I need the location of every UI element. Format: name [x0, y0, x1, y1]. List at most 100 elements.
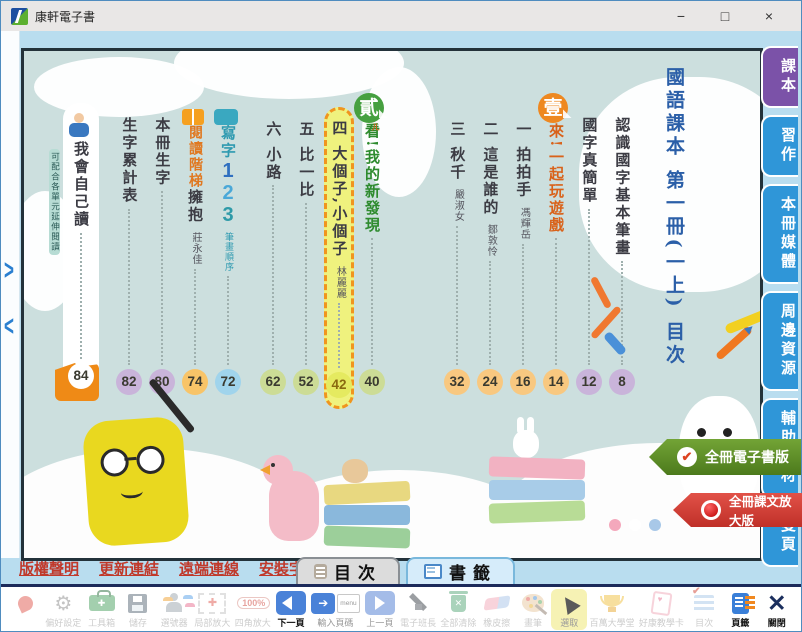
page-back-arrow[interactable]: < [4, 310, 14, 344]
page-number[interactable]: 82 [116, 369, 142, 395]
close-app-icon-box [767, 590, 786, 616]
prev-icon [365, 591, 395, 615]
toolbar-item-brush[interactable]: 畫筆 [515, 589, 551, 630]
e-class-leader-icon-box [407, 590, 429, 616]
toolbar-item-partial-zoom[interactable]: 局部放大 [192, 589, 232, 630]
flowers-decoration [609, 519, 661, 531]
toolbar-item-page-tabs[interactable]: 頁籤 [722, 589, 758, 630]
page-number[interactable]: 84 [68, 363, 94, 389]
toolbar-item-pin[interactable] [7, 589, 43, 617]
toolbar-item-page-input[interactable]: menu輸入頁碼 [309, 589, 361, 630]
link-update-link[interactable]: 更新連結 [99, 558, 159, 579]
main-stage: > < 國語課本 第一冊(一上) 目次 認識國字基本筆畫 8國字真簡單12壹ㄧ來!一… [1, 31, 801, 584]
toc-column-lesson[interactable]: 三 秋千嚴淑女 32 [442, 65, 472, 395]
toc-entry: 國語課本 第一冊(一上) 目次 [663, 67, 683, 367]
side-tab-resources[interactable]: 周邊資源 [761, 291, 798, 391]
book-page: 國語課本 第一冊(一上) 目次 認識國字基本筆畫 8國字真簡單12壹ㄧ來!一起玩遊戲… [21, 48, 763, 561]
book-stack-decoration [489, 456, 585, 522]
page-number[interactable]: 42 [326, 372, 352, 398]
maximize-button[interactable]: □ [703, 8, 747, 24]
flower [629, 519, 641, 531]
toolbar-item-label: 上一頁 [366, 616, 393, 629]
book-stack-decoration [324, 481, 410, 547]
toc-column-unit[interactable]: 貳ㄦˋ看!我的新發現40 [357, 65, 387, 395]
toc-column-readself[interactable]: 我會自己讀可配合各單元延伸閱讀84 [63, 103, 99, 395]
toolbar-item-next-page[interactable]: 下一頁 [273, 589, 309, 630]
monster-glasses [136, 445, 166, 475]
toolbar-item-teaching-cards[interactable]: 好康教學卡 [637, 589, 686, 630]
toc-column-feature[interactable]: 寫字123筆畫順序72 [213, 65, 243, 395]
tab-toc[interactable]: 目次 [296, 557, 400, 584]
page-number[interactable]: 40 [359, 369, 385, 395]
book-decoration [324, 481, 411, 505]
dotted-leader [128, 209, 130, 366]
side-tab-textbook[interactable]: 課本 [761, 46, 798, 108]
author-name: 馮輝岳 [518, 207, 529, 240]
toc-column-lesson[interactable]: 五 比一比52 [291, 65, 321, 395]
toc-entry-text: 一 拍拍手 [514, 121, 532, 199]
book-decoration [324, 505, 410, 525]
toolbar-item-eraser[interactable]: 橡皮擦 [479, 589, 515, 630]
cards-icon [650, 590, 672, 615]
cap-icon [407, 592, 429, 614]
page-number[interactable]: 72 [215, 369, 241, 395]
million-academy-icon-box [604, 590, 620, 616]
full-ebook-button[interactable]: 全冊電子書版 [649, 439, 801, 475]
toolbar-item-number-picker[interactable]: 選號器 [156, 589, 192, 630]
link-copyright[interactable]: 版權聲明 [19, 558, 79, 579]
toolbar-item-corner-zoom[interactable]: 100%四角放大 [233, 589, 273, 630]
toc-column-feature[interactable]: 閱讀階梯擁抱莊永佳74 [180, 65, 210, 395]
toolbar-item-close-app[interactable]: 關閉 [759, 589, 795, 630]
toolbar-item-prev-page[interactable]: 上一頁 [362, 589, 398, 630]
page-number[interactable]: 16 [510, 369, 536, 395]
toc-entry-text: 認識國字基本筆畫 [613, 117, 631, 257]
toc-entry: 三 秋千嚴淑女 [449, 121, 466, 222]
link-remote-connect[interactable]: 遠端連線 [179, 558, 239, 579]
page-number[interactable]: 24 [477, 369, 503, 395]
toolbar-item-toc-tool[interactable]: 目次 [686, 589, 722, 630]
palette-icon [522, 594, 544, 612]
left-nav-strip [1, 31, 20, 558]
side-tab-book-media[interactable]: 本冊媒體 [761, 184, 798, 284]
tab-bookmark[interactable]: 書籤 [406, 557, 515, 584]
page-number[interactable]: 12 [576, 369, 602, 395]
next-icon [276, 591, 306, 615]
toc-entry-text: 寫字 [219, 125, 237, 160]
select-icon-box [561, 590, 577, 616]
toolbar-item-save[interactable]: 儲存 [120, 589, 156, 630]
minimize-button[interactable]: − [659, 8, 703, 24]
toolbar-item-select[interactable]: 選取 [551, 589, 587, 630]
corner-zoom-icon-box: 100% [235, 590, 270, 616]
page-number[interactable]: 8 [609, 369, 635, 395]
toc-column-lesson[interactable]: 六 小路 62 [258, 65, 288, 395]
toc-entry-text: 六 小路 [264, 121, 282, 181]
toolbar-item-preferences[interactable]: 偏好設定 [43, 589, 83, 630]
page-number[interactable]: 74 [182, 369, 208, 395]
toc-column-lesson[interactable]: 四 大個子,小個子林麗麗42 [324, 107, 354, 409]
page-number[interactable]: 62 [260, 369, 286, 395]
toc-column-section[interactable]: 國字真簡單12 [574, 65, 604, 395]
toc-column-lesson[interactable]: 二 這是誰的鄒敦怜24 [475, 65, 505, 395]
menujump-icon [311, 593, 335, 614]
dotted-leader [555, 238, 557, 365]
side-tab-workbook[interactable]: 習作 [761, 115, 798, 177]
toc-column-lesson[interactable]: 一 拍拍手馮輝岳 16 [508, 65, 538, 395]
window-close-button[interactable]: × [747, 8, 791, 24]
page-number[interactable]: 14 [543, 369, 569, 395]
page-number[interactable]: 32 [444, 369, 470, 395]
toolbar-item-e-class-leader[interactable]: 電子班長 [398, 589, 438, 630]
toc-column-section[interactable]: 本冊生字80 [147, 65, 177, 395]
toolbar-item-clear-all[interactable]: 全部清除 [438, 589, 478, 630]
toolbar-item-million-academy[interactable]: 百萬大學堂 [588, 589, 637, 630]
page-tabs-icon-box [732, 590, 749, 616]
full-text-zoom-button[interactable]: 全冊課文放大版 [673, 493, 802, 527]
toc-column-section[interactable]: 生字累計表82 [114, 65, 144, 395]
page-forward-arrow[interactable]: > [4, 254, 14, 288]
toc-entry-text: 我會自己讀 [72, 141, 90, 229]
prev-page-icon-box [365, 590, 395, 616]
toolbar-item-toolbox[interactable]: 工具箱 [84, 589, 120, 630]
toc-column-unit[interactable]: 壹ㄧ來!一起玩遊戲14 [541, 65, 571, 395]
toolbar-item-label: 目次 [695, 616, 713, 629]
eraser-icon [483, 595, 510, 610]
page-number[interactable]: 52 [293, 369, 319, 395]
